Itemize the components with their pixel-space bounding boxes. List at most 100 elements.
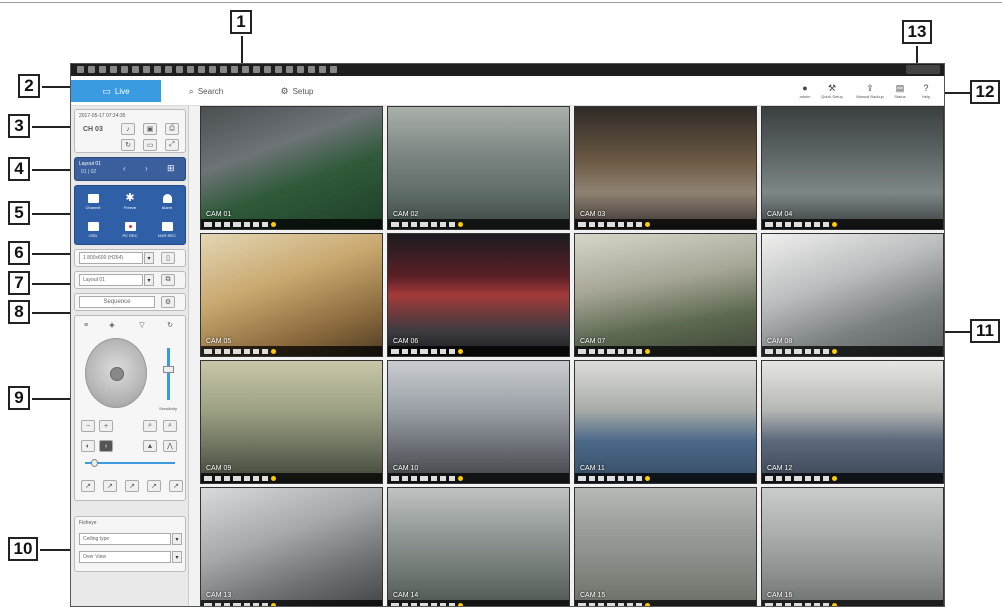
capture-icon[interactable]: ▣ [143,123,157,135]
nvr-rec-button[interactable]: NVR REC [152,217,182,243]
sequence-settings-icon[interactable]: ⚙ [161,296,175,308]
camera-tile[interactable]: CAM 05 [200,233,383,357]
focus-near-icon[interactable]: ⌕ [143,420,157,432]
ptz-horizontal-slider[interactable] [85,462,175,464]
zoom-in-icon[interactable]: + [99,420,113,432]
camera-tile[interactable]: CAM 16 [761,487,944,606]
camera-tile[interactable]: CAM 08 [761,233,944,357]
callout-2: 2 [18,74,40,98]
chevron-down-icon[interactable]: ▾ [172,533,182,545]
document-icon[interactable]: ▯ [161,252,175,264]
callout-5-leader [32,213,72,215]
channel-button[interactable]: Channel [78,189,108,215]
ptz-speed-slider[interactable] [167,348,170,400]
ptz-func2-icon[interactable]: ↗ [103,480,117,492]
alarm-button[interactable]: Alarm [152,189,182,215]
layout-edit-icon[interactable]: ⧉ [161,274,175,286]
callout-9: 9 [8,386,30,410]
camera-tile[interactable]: CAM 14 [387,487,570,606]
status-button[interactable]: ▤ Status [889,83,911,105]
admin-button[interactable]: ● admin [794,83,816,105]
camera-status-bar [201,600,382,606]
nvr-rec-icon [161,222,173,231]
camera-status-bar [201,346,382,356]
callout-8: 8 [8,300,30,324]
ptz-func5-icon[interactable]: ↗ [169,480,183,492]
swing-icon[interactable]: ⋀ [163,440,177,452]
camera-label: CAM 13 [206,592,232,599]
iris-icon[interactable]: ◐ [81,440,95,452]
sequence-button[interactable]: Sequence [79,296,155,308]
ptz-func4-icon[interactable]: ↗ [147,480,161,492]
freeze-button[interactable]: ✱ Freeze [115,189,145,215]
next-page-icon[interactable]: › [145,164,148,173]
fisheye-mount-select[interactable]: Ceiling type [79,533,171,545]
chevron-down-icon[interactable]: ▾ [172,551,182,563]
tab-live[interactable]: ▭ Live [71,80,161,102]
help-button[interactable]: ? Help [915,83,937,105]
camera-tile[interactable]: CAM 12 [761,360,944,484]
callout-3-leader [32,126,72,128]
layout-select[interactable]: Layout 01 [79,274,143,286]
fisheye-title: Fisheye [79,520,97,526]
ptz-joystick[interactable] [85,338,147,408]
camera-tile[interactable]: CAM 10 [387,360,570,484]
camera-label: CAM 03 [580,211,606,218]
callout-12: 12 [970,80,1000,104]
camera-status-bar [201,473,382,483]
fullscreen-icon[interactable]: ⤢ [165,139,179,151]
camera-tile[interactable]: CAM 06 [387,233,570,357]
tab-setup[interactable]: ⚙ Setup [251,80,343,102]
logout-button[interactable] [906,65,940,74]
camera-tile[interactable]: CAM 01 [200,106,383,230]
print-icon[interactable]: ⎙ [165,123,179,135]
focus-far-icon[interactable]: ⌕ [163,420,177,432]
camera-tile[interactable]: CAM 13 [200,487,383,606]
fisheye-view-select[interactable]: Over View [79,551,171,563]
datetime-text: 2017-05-17 07:24:35 [79,113,126,119]
record-icon[interactable]: ▭ [143,139,157,151]
prev-page-icon[interactable]: ‹ [123,164,126,173]
ptz-rotate-icon[interactable]: ↻ [163,319,177,331]
manual-backup-button[interactable]: ⇪ Manual Backup [855,83,885,105]
pc-rec-button[interactable]: PC REC [115,217,145,243]
camera-tile[interactable]: CAM 11 [574,360,757,484]
camera-label: CAM 01 [206,211,232,218]
chevron-down-icon[interactable]: ▾ [144,274,154,286]
rotate-icon[interactable]: ↻ [121,139,135,151]
audio-icon[interactable]: ♪ [121,123,135,135]
camera-tile[interactable]: CAM 02 [387,106,570,230]
quick-setup-button[interactable]: ⚒ Quick Setup [821,83,843,105]
camera-tile[interactable]: CAM 07 [574,233,757,357]
ptz-func3-icon[interactable]: ↗ [125,480,139,492]
camera-label: CAM 11 [580,465,605,472]
camera-status-bar [762,219,943,229]
preset-icon[interactable]: ▲ [143,440,157,452]
camera-label: CAM 09 [206,465,232,472]
ptz-func1-icon[interactable]: ↗ [81,480,95,492]
tab-search[interactable]: ⌕ Search [161,80,251,102]
osd-button[interactable]: OSD [78,217,108,243]
camera-status-bar [575,473,756,483]
camera-status-bar [388,600,569,606]
ptz-filter-icon[interactable]: ▽ [135,319,149,331]
camera-tile[interactable]: CAM 09 [200,360,383,484]
ptz-joystick-knob[interactable] [110,367,124,381]
ptz-horizontal-handle[interactable] [91,459,98,467]
camera-tile[interactable]: CAM 15 [574,487,757,606]
camera-tile[interactable]: CAM 03 [574,106,757,230]
resolution-select[interactable]: 1 800x600 (H264) [79,252,143,264]
zoom-out-icon[interactable]: − [81,420,95,432]
callout-4-leader [32,169,72,171]
ptz-target-icon[interactable]: ◈ [105,319,119,331]
back-icon[interactable]: ‹ [99,440,113,452]
toolbar-icons[interactable] [77,66,337,73]
grid-layout-icon[interactable]: ⊞ [167,163,175,174]
camera-tile[interactable]: CAM 04 [761,106,944,230]
ptz-speed-handle[interactable] [163,366,174,373]
callout-7-leader [32,283,72,285]
callout-5: 5 [8,201,30,225]
chevron-down-icon[interactable]: ▾ [144,252,154,264]
ptz-menu-icon[interactable]: ≡ [79,319,93,331]
callout-8-leader [32,312,72,314]
